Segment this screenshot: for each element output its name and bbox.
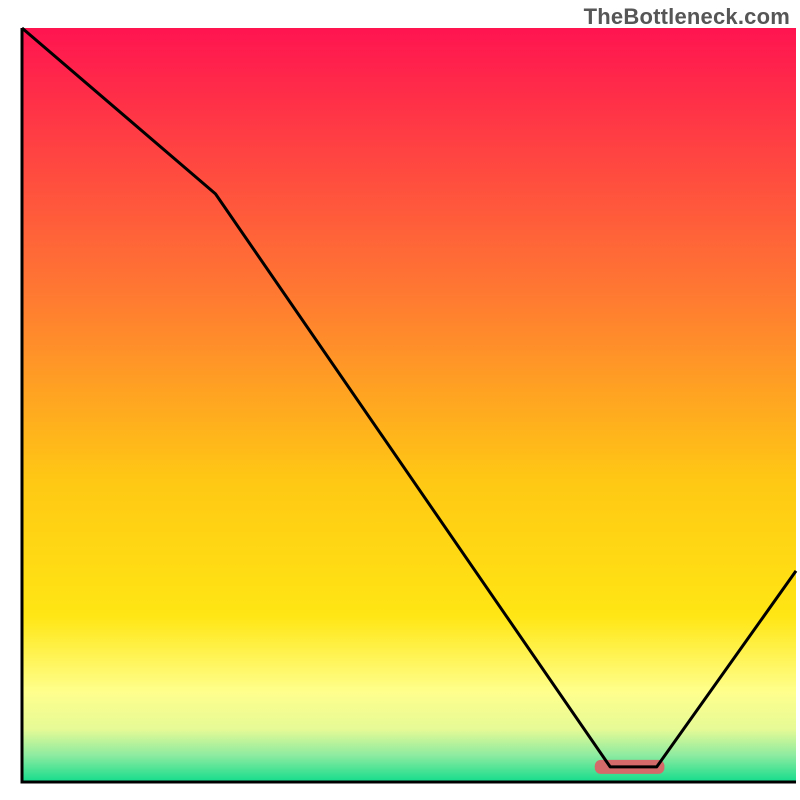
chart-svg bbox=[0, 0, 800, 800]
bottleneck-chart: TheBottleneck.com bbox=[0, 0, 800, 800]
attribution-label: TheBottleneck.com bbox=[584, 4, 790, 30]
plot-background bbox=[22, 28, 796, 782]
